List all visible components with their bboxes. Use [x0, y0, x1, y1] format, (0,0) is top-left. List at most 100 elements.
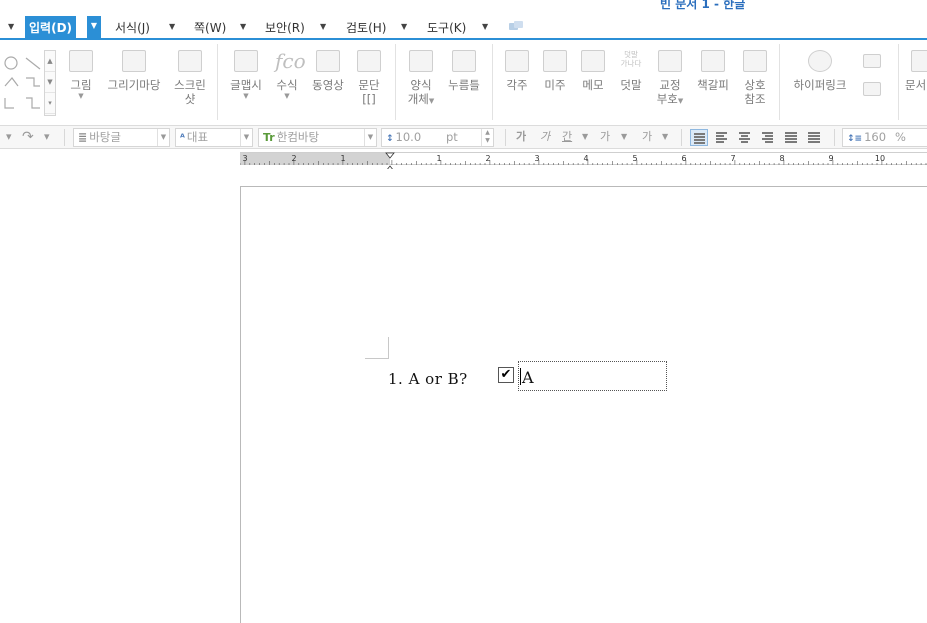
menu-format-chevron-icon[interactable]: ▼	[169, 22, 175, 31]
pushbutton-field-button[interactable]: 누름틀	[444, 44, 484, 92]
menu-tools-chevron-icon[interactable]: ▼	[482, 22, 488, 31]
ruler-label: 2	[485, 154, 490, 163]
form-object-button[interactable]: 양식 개체▼	[404, 44, 438, 106]
proofreading-button[interactable]: 교정 부호▼	[653, 44, 687, 106]
document-page[interactable]: 1. A or B? ✔ A	[240, 186, 927, 623]
hyperlink-button[interactable]: 하이퍼링크	[787, 44, 853, 92]
justify-align-icon[interactable]	[690, 129, 708, 146]
footnote-button[interactable]: 각주	[501, 44, 533, 92]
font-color-button[interactable]: 가	[642, 128, 652, 146]
toolbar-divider	[681, 129, 682, 146]
center-align-icon[interactable]	[736, 129, 754, 146]
divide-align-icon[interactable]	[805, 129, 823, 146]
menu-page-chevron-icon[interactable]: ▼	[240, 22, 246, 31]
title-bar: 빈 문서 1 - 한글	[0, 0, 927, 14]
menu-review-chevron-icon[interactable]: ▼	[401, 22, 407, 31]
bold-button[interactable]: 가	[516, 128, 526, 146]
clipart-button[interactable]: 그리기마당	[103, 44, 165, 92]
redo-dropdown-icon[interactable]: ▾	[44, 128, 50, 146]
underline-dropdown-icon[interactable]: ▼	[582, 128, 588, 146]
style-select[interactable]: ≣ 바탕글 ▼	[73, 128, 170, 147]
chevron-down-icon: ▼	[157, 129, 169, 146]
strikethrough-dropdown-icon[interactable]: ▼	[621, 128, 627, 146]
menu-format[interactable]: 서식(J)	[115, 18, 150, 40]
picture-icon	[69, 50, 93, 72]
form-object-label-1: 양식	[410, 78, 432, 92]
endnote-button[interactable]: 미주	[539, 44, 571, 92]
left-align-icon[interactable]	[713, 129, 731, 146]
ruler-label: 3	[242, 154, 247, 163]
ruler-label: 4	[583, 154, 588, 163]
glyph-art-button[interactable]: 글맵시 ▼	[226, 44, 266, 100]
font-size-input[interactable]: ↕ 10.0 pt ▲ ▼	[381, 128, 494, 147]
style-value: 바탕글	[89, 130, 121, 144]
glyph-art-icon	[234, 50, 258, 72]
menu-security-chevron-icon[interactable]: ▼	[320, 22, 326, 31]
bookmark-button[interactable]: 책갈피	[693, 44, 733, 92]
overlap-text-label: 덧말	[620, 78, 642, 92]
column-button[interactable]: 문단 [[]	[354, 44, 384, 106]
menu-review[interactable]: 검토(H)	[346, 18, 386, 40]
overlap-text-icon: 덧말 가나다	[620, 50, 642, 68]
line-spacing-icon: ↕≡	[847, 134, 863, 144]
screenshot-button[interactable]: 스크린 샷	[170, 44, 210, 106]
language-select[interactable]: ᴬ 대표 ▼	[175, 128, 253, 147]
form-checkbox[interactable]: ✔	[498, 367, 514, 383]
link-nav-buttons[interactable]	[860, 44, 884, 102]
picture-button[interactable]: 그림 ▼	[64, 44, 98, 100]
form-text-field[interactable]: A	[518, 361, 667, 391]
undo-dropdown-icon[interactable]: ▾	[6, 128, 12, 146]
formula-button[interactable]: fco 수식 ▼	[272, 44, 306, 100]
formula-label: 수식	[276, 78, 298, 92]
size-spinner-icon[interactable]: ▲ ▼	[481, 129, 493, 146]
horizontal-ruler[interactable]: 3 2 1 1 2 3 4 5 6 7 8 9 10	[0, 149, 927, 172]
menu-page[interactable]: 쪽(W)	[194, 18, 226, 40]
font-type-icon: Tr	[263, 131, 275, 144]
menu-tools[interactable]: 도구(K)	[427, 18, 466, 40]
menu-security[interactable]: 보안(R)	[265, 18, 305, 40]
menu-input-chevron-icon[interactable]: ▼	[87, 16, 101, 40]
chevron-down-icon: ▼	[240, 129, 252, 146]
cross-reference-label-1: 상호	[744, 78, 766, 92]
ruler-label: 5	[632, 154, 637, 163]
column-label-2: [[]	[362, 92, 376, 106]
ruler-label: 10	[875, 154, 885, 163]
clipart-label: 그리기마당	[107, 78, 161, 92]
italic-button[interactable]: 가	[540, 128, 550, 146]
proofreading-icon	[658, 50, 682, 72]
chevron-down-icon: ▼	[428, 97, 435, 105]
ruler-label: 2	[291, 154, 296, 163]
document-link-button[interactable]: 문서	[905, 44, 927, 92]
scroll-down-icon[interactable]: ▼	[45, 72, 55, 93]
memo-button[interactable]: 메모	[577, 44, 609, 92]
chevron-down-icon[interactable]: ▼	[8, 22, 14, 31]
menu-input[interactable]: 입력(D)	[25, 16, 77, 40]
redo-icon[interactable]: ↷	[22, 128, 34, 146]
font-color-dropdown-icon[interactable]: ▼	[662, 128, 668, 146]
community-icon[interactable]	[508, 20, 524, 34]
strikethrough-button[interactable]: 가	[600, 128, 610, 146]
footnote-label: 각주	[506, 78, 528, 92]
distribute-align-icon[interactable]	[782, 129, 800, 146]
underline-button[interactable]: 간	[562, 128, 572, 146]
video-button[interactable]: 동영상	[308, 44, 348, 92]
link-forward-icon[interactable]	[863, 82, 881, 96]
scroll-up-icon[interactable]: ▲	[45, 51, 55, 72]
shape-gallery-scroll[interactable]: ▲ ▼ ▾	[44, 50, 56, 116]
overlap-text-button[interactable]: 덧말 가나다 덧말	[615, 44, 647, 92]
ribbon-divider	[217, 44, 218, 120]
screenshot-label-1: 스크린	[174, 78, 206, 92]
shape-gallery[interactable]	[2, 56, 44, 114]
document-link-label: 문서	[905, 78, 927, 92]
right-align-icon[interactable]	[759, 129, 777, 146]
hyperlink-label: 하이퍼링크	[793, 78, 847, 92]
cross-reference-button[interactable]: 상호 참조	[739, 44, 771, 106]
ruler-label: 6	[681, 154, 686, 163]
camera-icon	[178, 50, 202, 72]
line-spacing-input[interactable]: ↕≡ 160 %	[842, 128, 927, 147]
link-back-icon[interactable]	[863, 54, 881, 68]
editing-workspace[interactable]: 1. A or B? ✔ A	[0, 169, 927, 623]
endnote-label: 미주	[544, 78, 566, 92]
more-icon[interactable]: ▾	[45, 93, 55, 114]
font-select[interactable]: Tr 한컴바탕 ▼	[258, 128, 377, 147]
